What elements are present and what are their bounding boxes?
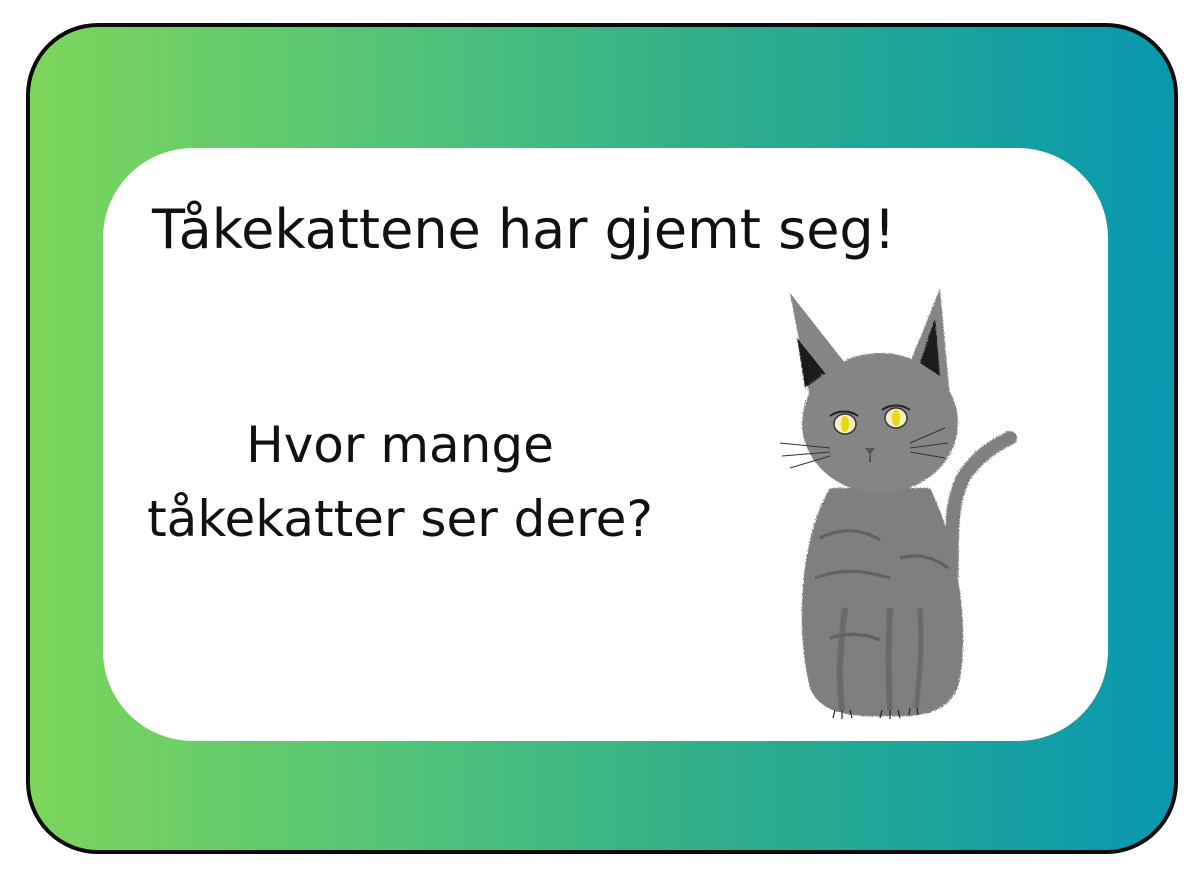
cat-tail — [943, 431, 1017, 605]
question-line-1: Hvor mange — [246, 416, 554, 474]
cat-body — [801, 488, 964, 717]
cat-illustration — [779, 288, 1017, 719]
question-line-2: tåkekatter ser dere? — [147, 490, 653, 548]
card-title: Tåkekattene har gjemt seg! — [152, 198, 896, 261]
question-text: Hvor mange tåkekatter ser dere? — [100, 408, 700, 556]
